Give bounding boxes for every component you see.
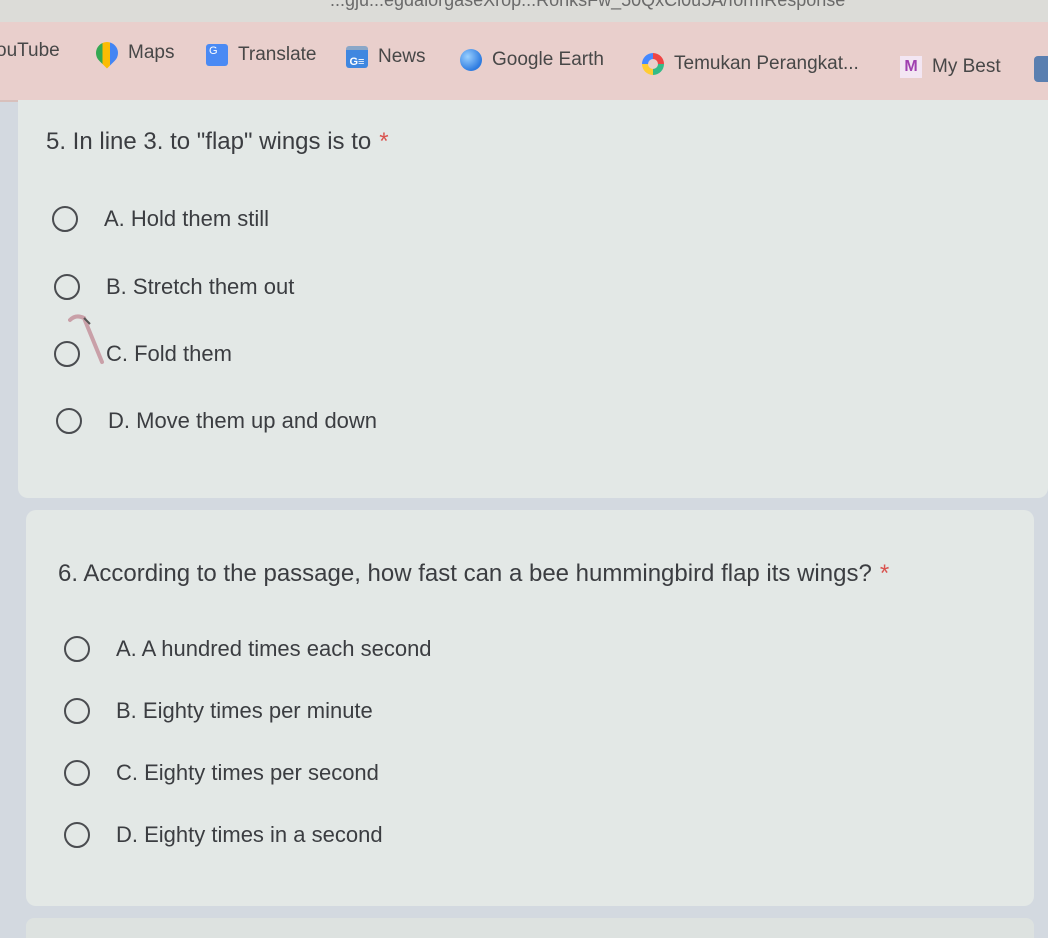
bookmark-google-earth[interactable]: Google Earth bbox=[460, 49, 604, 71]
option-d[interactable]: D. Eighty times in a second bbox=[64, 822, 383, 848]
news-icon: G≡ bbox=[346, 46, 368, 68]
option-b[interactable]: B. Eighty times per minute bbox=[64, 698, 373, 724]
radio-button[interactable] bbox=[64, 760, 90, 786]
required-asterisk: * bbox=[879, 560, 890, 587]
earth-icon bbox=[460, 49, 482, 71]
option-a[interactable]: A. Hold them still bbox=[52, 206, 269, 232]
maps-pin-icon bbox=[91, 37, 123, 69]
option-label: B. Stretch them out bbox=[106, 274, 295, 299]
radio-button[interactable] bbox=[54, 274, 80, 300]
url-text: ...gju...egdalorgaseXrop...RonksFw_50QxC… bbox=[330, 0, 846, 10]
option-label: A. Hold them still bbox=[104, 206, 270, 231]
bookmark-my-best[interactable]: M My Best bbox=[900, 56, 1001, 78]
required-asterisk: * bbox=[379, 128, 389, 155]
option-a[interactable]: A. A hundred times each second bbox=[64, 636, 432, 662]
option-label: B. Eighty times per minute bbox=[116, 698, 373, 723]
option-d[interactable]: D. Move them up and down bbox=[56, 408, 377, 434]
bookmark-youtube[interactable]: ouTube bbox=[0, 40, 60, 62]
radio-button[interactable] bbox=[64, 636, 90, 662]
radio-button[interactable] bbox=[52, 206, 78, 232]
bookmark-label: News bbox=[378, 46, 426, 67]
question-title: 5. In line 3. to "flap" wings is to * bbox=[46, 128, 389, 155]
bookmarks-bar: ouTube Maps G Translate G≡ News Google E… bbox=[0, 22, 1048, 102]
option-label: C. Fold them bbox=[106, 341, 232, 366]
question-card-6: 6. According to the passage, how fast ca… bbox=[26, 510, 1034, 906]
next-card-edge bbox=[26, 918, 1034, 938]
bookmark-label: Google Earth bbox=[492, 49, 604, 70]
bookmark-label: My Best bbox=[932, 56, 1001, 77]
bookmark-find-device[interactable]: Temukan Perangkat... bbox=[642, 53, 859, 75]
question-card-5: 5. In line 3. to "flap" wings is to * A. … bbox=[18, 100, 1048, 498]
option-label: A. A hundred times each second bbox=[116, 636, 432, 661]
question-title: 6. According to the passage, how fast ca… bbox=[58, 560, 890, 587]
bookmark-label: Maps bbox=[128, 42, 175, 63]
bookmark-label: Translate bbox=[238, 44, 317, 65]
option-c[interactable]: C. Eighty times per second bbox=[64, 760, 379, 786]
radio-button[interactable] bbox=[64, 822, 90, 848]
option-b[interactable]: B. Stretch them out bbox=[54, 274, 294, 300]
pen-cursor-icon bbox=[68, 314, 104, 364]
bookmark-label: ouTube bbox=[0, 40, 60, 61]
bookmark-news[interactable]: G≡ News bbox=[346, 46, 426, 68]
overflow-bookmark-icon[interactable] bbox=[1034, 56, 1048, 82]
radio-button[interactable] bbox=[64, 698, 90, 724]
option-label: D. Eighty times in a second bbox=[116, 822, 383, 847]
mybest-icon: M bbox=[900, 56, 922, 78]
option-label: D. Move them up and down bbox=[108, 408, 378, 433]
bookmark-translate[interactable]: G Translate bbox=[206, 44, 317, 66]
bookmark-maps[interactable]: Maps bbox=[91, 37, 175, 69]
find-device-icon bbox=[642, 53, 664, 75]
translate-icon: G bbox=[206, 44, 228, 66]
address-bar[interactable]: ...gju...egdalorgaseXrop...RonksFw_50QxC… bbox=[0, 0, 1048, 22]
option-label: C. Eighty times per second bbox=[116, 760, 379, 785]
bookmark-label: Temukan Perangkat... bbox=[674, 53, 859, 74]
radio-button[interactable] bbox=[56, 408, 82, 434]
